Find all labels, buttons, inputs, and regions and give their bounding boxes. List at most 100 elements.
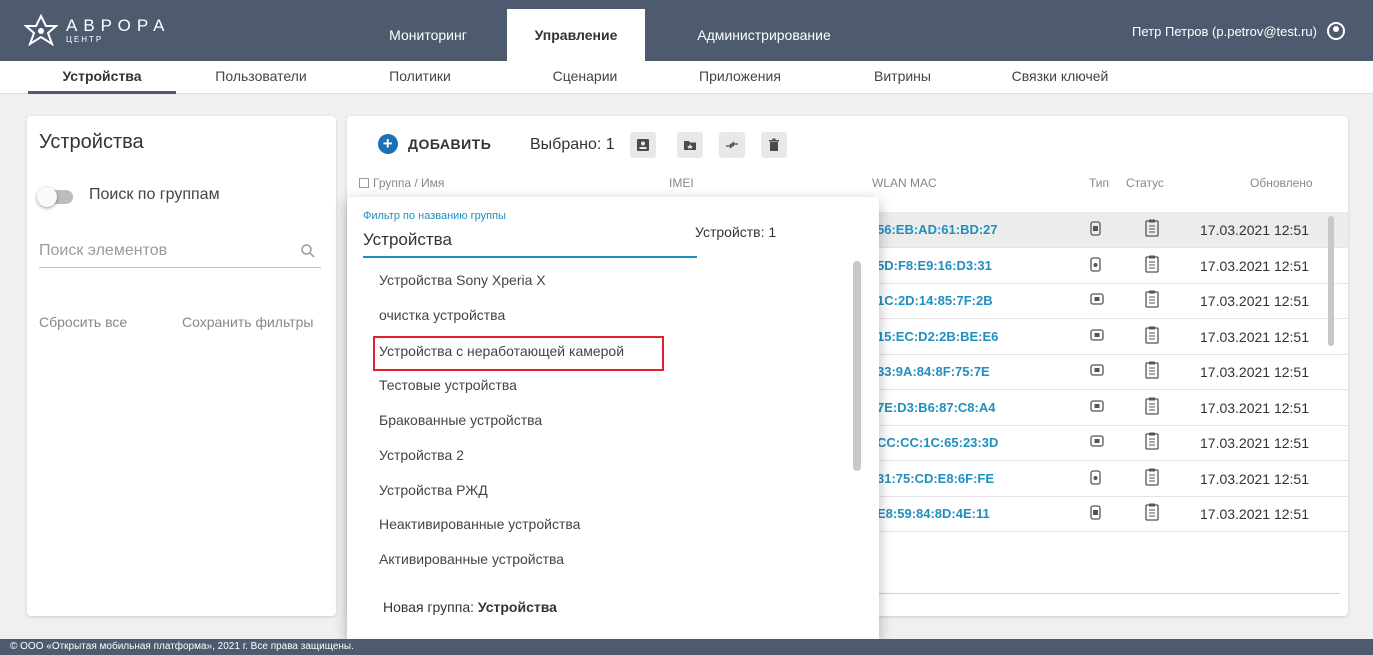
updated-cell: 17.03.2021 12:51 — [1200, 470, 1309, 487]
wlan-mac-cell: 56:EB:AD:61:BD:27 — [877, 222, 998, 237]
updated-cell: 17.03.2021 12:51 — [1200, 506, 1309, 522]
clipboard-icon — [1145, 255, 1159, 278]
assign-user-button[interactable] — [630, 132, 656, 158]
wlan-mac-cell: 33:9A:84:8F:75:7E — [877, 364, 990, 379]
account-icon — [1327, 22, 1345, 40]
logo[interactable]: АВРОРА ЦЕНТР — [24, 14, 170, 48]
clipboard-icon — [1145, 468, 1159, 491]
group-option[interactable]: Устройства 2 — [379, 447, 464, 463]
group-option[interactable]: Устройства РЖД — [379, 482, 488, 498]
table-divider — [867, 593, 1340, 594]
column-imei[interactable]: IMEI — [669, 176, 694, 190]
folder-icon — [684, 141, 696, 150]
brand-title: АВРОРА — [66, 16, 171, 35]
phone-icon — [1090, 221, 1101, 241]
user-menu[interactable]: Петр Петров (p.petrov@test.ru) — [1132, 22, 1345, 40]
wlan-mac-cell: 5D:F8:E9:16:D3:31 — [877, 257, 992, 273]
column-status[interactable]: Статус — [1126, 176, 1164, 190]
subnav-users[interactable]: Пользователи — [196, 61, 326, 94]
brand-subtitle: ЦЕНТР — [66, 35, 104, 44]
column-wlan-mac[interactable]: WLAN MAC — [872, 176, 937, 190]
wlan-mac-cell: CC:CC:1C:65:23:3D — [877, 435, 999, 450]
aurora-logo-icon — [24, 14, 58, 47]
group-filter-label: Фильтр по названию группы — [363, 210, 506, 222]
column-name[interactable]: Группа / Имя — [359, 176, 444, 190]
dropdown-scrollbar[interactable] — [853, 261, 861, 471]
group-filter-dropdown: Фильтр по названию группы Устройства Уст… — [347, 197, 879, 641]
column-type[interactable]: Тип — [1089, 176, 1109, 190]
group-search-toggle[interactable] — [37, 187, 73, 207]
tablet-icon — [1090, 434, 1104, 452]
column-updated[interactable]: Обновлено — [1250, 176, 1313, 190]
group-option[interactable]: Неактивированные устройства — [379, 516, 580, 532]
table-scrollbar[interactable] — [1328, 216, 1334, 346]
wlan-mac-cell: E8:59:84:8D:4E:11 — [877, 506, 990, 521]
group-option[interactable]: Устройства Sony Xperia X — [379, 272, 546, 288]
reset-all-button[interactable]: Сбросить все — [39, 314, 127, 330]
phone-icon — [1090, 505, 1101, 525]
new-group-name: Устройства — [477, 599, 557, 615]
subnav-policies[interactable]: Политики — [370, 61, 470, 94]
group-option[interactable]: Активированные устройства — [379, 551, 564, 567]
user-name: Петр Петров (p.petrov@test.ru) — [1132, 23, 1317, 39]
toggle-knob — [37, 187, 57, 207]
clipboard-icon — [1145, 219, 1159, 242]
subnav-apps[interactable]: Приложения — [680, 61, 800, 94]
tab-administration[interactable]: Администрирование — [656, 9, 872, 61]
add-label: ДОБАВИТЬ — [408, 136, 492, 152]
user-card-icon — [637, 139, 649, 151]
tab-monitoring[interactable]: Мониторинг — [358, 9, 498, 61]
clipboard-icon — [1145, 432, 1159, 455]
subnav-scenarios[interactable]: Сценарии — [530, 61, 640, 94]
footer: © ООО «Открытая мобильная платформа», 20… — [0, 639, 1373, 655]
new-group-option[interactable]: Новая группа: Устройства — [383, 599, 557, 615]
clipboard-icon — [1145, 290, 1159, 313]
phone-icon — [1090, 256, 1101, 277]
filter-panel: Устройства Поиск по группам Сбросить все… — [27, 116, 336, 616]
save-filters-button[interactable]: Сохранить фильтры — [182, 314, 313, 330]
input-underline — [363, 256, 697, 258]
updated-cell: 17.03.2021 12:51 — [1200, 399, 1309, 416]
tablet-icon — [1090, 292, 1104, 310]
wlan-mac-cell: 31:75:CD:E8:6F:FE — [877, 470, 995, 486]
sub-navigation: Устройства Пользователи Политики Сценари… — [0, 61, 1373, 94]
tablet-icon — [1090, 363, 1104, 381]
select-all-checkbox[interactable] — [359, 178, 369, 188]
tablet-icon — [1090, 399, 1104, 417]
group-option[interactable]: очистка устройства — [379, 307, 505, 323]
panel-title: Устройства — [39, 131, 144, 153]
phone-icon — [1090, 469, 1101, 490]
clipboard-icon — [1145, 361, 1159, 384]
trash-icon — [769, 138, 779, 151]
subnav-devices[interactable]: Устройства — [28, 61, 176, 94]
wlan-mac-cell: 15:EC:D2:2B:BE:E6 — [877, 328, 999, 344]
wlan-mac-cell: 1C:2D:14:85:7F:2B — [877, 293, 993, 308]
add-button[interactable]: + ДОБАВИТЬ — [378, 134, 491, 154]
device-count: Устройств: 1 — [695, 224, 777, 240]
transfer-button[interactable] — [719, 132, 745, 158]
subnav-keychains[interactable]: Связки ключей — [995, 61, 1125, 94]
group-option[interactable]: Бракованные устройства — [379, 412, 542, 428]
subnav-showcases[interactable]: Витрины — [855, 61, 950, 94]
search-icon[interactable] — [301, 244, 315, 258]
updated-cell: 17.03.2021 12:51 — [1200, 435, 1309, 451]
tablet-icon — [1090, 328, 1104, 346]
search-input[interactable] — [39, 242, 279, 260]
move-to-group-button[interactable] — [677, 132, 703, 158]
selected-count: Выбрано: 1 — [530, 136, 615, 153]
highlight-box — [373, 336, 664, 371]
clipboard-icon — [1145, 503, 1159, 526]
updated-cell: 17.03.2021 12:51 — [1200, 364, 1309, 380]
top-bar: АВРОРА ЦЕНТР Мониторинг Управление Админ… — [0, 0, 1373, 61]
updated-cell: 17.03.2021 12:51 — [1200, 328, 1309, 345]
updated-cell: 17.03.2021 12:51 — [1200, 257, 1309, 274]
group-search-label: Поиск по группам — [89, 186, 220, 203]
updated-cell: 17.03.2021 12:51 — [1200, 293, 1309, 309]
group-option[interactable]: Тестовые устройства — [379, 377, 517, 393]
clipboard-icon — [1145, 326, 1159, 349]
updated-cell: 17.03.2021 12:51 — [1200, 222, 1309, 238]
wlan-mac-cell: 7E:D3:B6:87:C8:A4 — [877, 399, 996, 415]
group-filter-input[interactable]: Устройства — [363, 230, 452, 250]
tab-management[interactable]: Управление — [507, 9, 645, 61]
delete-button[interactable] — [761, 132, 787, 158]
